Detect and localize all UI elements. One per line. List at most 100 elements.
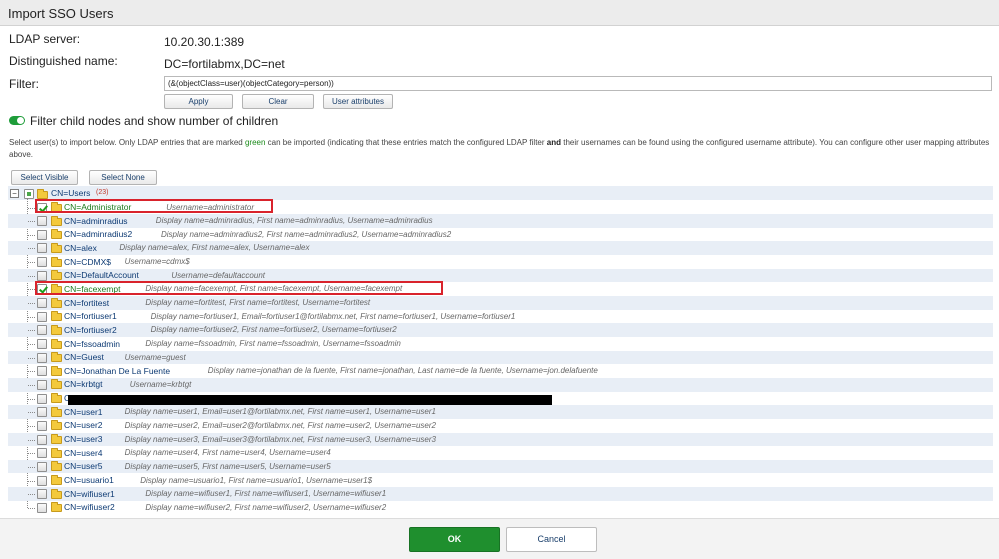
folder-icon (51, 270, 62, 281)
user-entry-attributes: Username=defaultaccount (171, 270, 266, 280)
user-checkbox[interactable] (37, 352, 47, 363)
clear-button[interactable]: Clear (242, 94, 314, 109)
tree-connector-branch (28, 439, 35, 441)
user-checkbox[interactable] (37, 379, 47, 390)
user-entry-name[interactable]: CN=Jonathan De La Fuente (64, 366, 170, 376)
folder-icon (51, 447, 62, 458)
tree-connector-branch (28, 234, 35, 236)
select-none-button[interactable]: Select None (89, 170, 157, 185)
user-checkbox[interactable] (37, 448, 47, 459)
folder-icon (51, 324, 62, 335)
user-checkbox[interactable] (37, 229, 47, 240)
user-checkbox[interactable] (37, 393, 47, 404)
folder-icon (51, 297, 62, 308)
user-checkbox[interactable] (37, 420, 47, 431)
redacted-bar (68, 395, 552, 405)
highlight-box (35, 280, 443, 295)
user-entry-name[interactable]: CN=adminradius (64, 216, 128, 226)
filter-child-nodes-label: Filter child nodes and show number of ch… (30, 114, 279, 128)
user-entry-name[interactable]: CN=alex (64, 243, 97, 253)
user-entry-attributes: Display name=user2, Email=user2@fortilab… (124, 420, 436, 430)
folder-icon (51, 365, 62, 376)
filter-child-nodes-toggle[interactable] (9, 116, 25, 125)
user-entry-attributes: Display name=fortitest, First name=forti… (145, 298, 371, 308)
user-entry-name[interactable]: CN=CDMX$ (64, 257, 111, 267)
select-visible-button[interactable]: Select Visible (11, 170, 78, 185)
user-entry-attributes: Display name=user4, First name=user4, Us… (124, 448, 331, 458)
user-entry-name[interactable]: CN=usuario1 (64, 475, 114, 485)
user-entry-name[interactable]: CN=krbtgt (64, 379, 103, 389)
user-checkbox[interactable] (37, 298, 47, 309)
user-checkbox[interactable] (37, 216, 47, 227)
user-entry-attributes: Display name=alex, First name=alex, User… (119, 243, 310, 253)
user-entry-attributes: Display name=user1, Email=user1@fortilab… (124, 407, 436, 417)
folder-icon (51, 256, 62, 267)
user-checkbox[interactable] (37, 407, 47, 418)
user-checkbox[interactable] (37, 434, 47, 445)
tree-connector-branch (28, 371, 35, 373)
user-entry-name[interactable]: CN=user5 (64, 461, 103, 471)
user-entry-name[interactable]: CN=adminradius2 (64, 229, 132, 239)
user-entry-attributes: Display name=wifiuser2, First name=wifiu… (145, 502, 387, 512)
tree-connector-branch (28, 262, 35, 264)
distinguished-name-label: Distinguished name: (9, 54, 118, 68)
apply-button[interactable]: Apply (164, 94, 233, 109)
user-entry-name[interactable]: CN=wifiuser1 (64, 489, 115, 499)
folder-icon (51, 393, 62, 404)
tree-connector-branch (28, 384, 35, 386)
tree-connector-branch (28, 221, 35, 223)
folder-icon (51, 311, 62, 322)
user-entry-name[interactable]: CN=fortiuser1 (64, 311, 117, 321)
dialog-title: Import SSO Users (8, 6, 114, 21)
folder-icon (51, 461, 62, 472)
folder-icon (51, 420, 62, 431)
user-checkbox[interactable] (37, 502, 47, 513)
folder-icon (51, 242, 62, 253)
user-entry-name[interactable]: CN=Guest (64, 352, 104, 362)
user-entry-name[interactable]: CN=user2 (64, 420, 103, 430)
collapse-toggle-icon[interactable]: − (10, 189, 19, 198)
user-checkbox[interactable] (37, 257, 47, 268)
tree-connector-branch (28, 248, 35, 250)
user-checkbox[interactable] (37, 475, 47, 486)
user-entry-name[interactable]: CN=user3 (64, 434, 103, 444)
cancel-button[interactable]: Cancel (506, 527, 597, 552)
user-checkbox[interactable] (37, 366, 47, 377)
user-entry-attributes: Display name=user5, First name=user5, Us… (124, 461, 331, 471)
user-checkbox[interactable] (37, 489, 47, 500)
highlight-box (35, 199, 273, 213)
tree-root-row (8, 186, 993, 200)
tree-root-label[interactable]: CN=Users (51, 188, 90, 198)
user-checkbox[interactable] (37, 311, 47, 322)
folder-icon (51, 475, 62, 485)
user-checkbox[interactable] (37, 461, 47, 472)
user-entry-attributes: Display name=jonathan de la fuente, Firs… (207, 366, 598, 376)
user-entry-name[interactable]: CN=fortiuser2 (64, 325, 117, 335)
user-checkbox[interactable] (37, 243, 47, 254)
user-entry-name[interactable]: CN=DefaultAccount (64, 270, 139, 280)
user-attributes-button[interactable]: User attributes (323, 94, 393, 109)
user-entry-name[interactable]: CN=user4 (64, 448, 103, 458)
user-entry-attributes: Username=cdmx$ (124, 257, 190, 267)
user-checkbox[interactable] (37, 270, 47, 281)
ok-button[interactable]: OK (409, 527, 500, 552)
user-entry-name[interactable]: CN=fssoadmin (64, 339, 120, 349)
user-entry-name[interactable]: CN=fortitest (64, 298, 109, 308)
user-entry-name[interactable]: CN=wifiuser2 (64, 502, 115, 512)
root-partial-checkbox[interactable] (24, 189, 34, 199)
user-entry-attributes: Display name=adminradius2, First name=ad… (161, 229, 452, 239)
user-entry-attributes: Username=krbtgt (129, 379, 192, 389)
tree-connector-branch (28, 507, 35, 509)
filter-label: Filter: (9, 77, 39, 91)
instructions-bold-word: and (546, 138, 561, 147)
tree-connector-branch (28, 466, 35, 468)
filter-input[interactable] (164, 76, 992, 91)
tree-connector-branch (28, 330, 35, 332)
tree-connector-branch (28, 494, 35, 496)
user-entry-name[interactable]: CN=user1 (64, 407, 103, 417)
user-checkbox[interactable] (37, 339, 47, 349)
user-checkbox[interactable] (37, 325, 47, 336)
instructions-part2: can be imported (indicating that these e… (265, 138, 547, 147)
tree-connector-branch (28, 480, 35, 482)
folder-open-icon (37, 188, 48, 199)
